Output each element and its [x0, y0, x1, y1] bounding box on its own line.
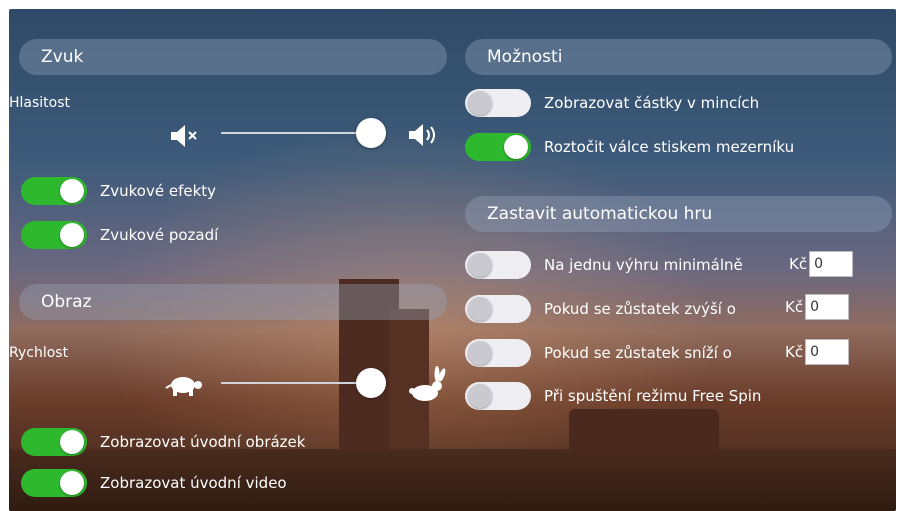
toggle-knob: [468, 384, 492, 408]
toggle-knob: [468, 297, 492, 321]
speed-slider-track[interactable]: [221, 382, 371, 384]
stop-on-freespin-toggle[interactable]: [465, 382, 531, 410]
toggle-knob: [60, 179, 84, 203]
toggle-knob: [468, 91, 492, 115]
sound-section-header: Zvuk: [19, 39, 447, 75]
intro-video-label: Zobrazovat úvodní video: [100, 474, 287, 492]
toggle-knob: [60, 223, 84, 247]
currency-label: Kč: [789, 255, 808, 273]
stop-on-freespin-label: Při spuštění režimu Free Spin: [544, 387, 762, 405]
settings-panel: Zvuk Hlasitost Zvukové efekty Zvukové po…: [9, 9, 896, 511]
stop-on-increase-toggle[interactable]: [465, 295, 531, 323]
image-section-header: Obraz: [19, 284, 447, 320]
stop-on-decrease-input[interactable]: [805, 339, 850, 365]
speed-label: Rychlost: [9, 345, 69, 361]
show-coins-label: Zobrazovat částky v mincích: [544, 94, 760, 112]
stop-on-increase-input[interactable]: [805, 294, 850, 320]
spacebar-spin-toggle[interactable]: [465, 133, 531, 161]
stop-on-win-toggle[interactable]: [465, 251, 531, 279]
toggle-knob: [468, 341, 492, 365]
toggle-knob: [468, 253, 492, 277]
background-sound-label: Zvukové pozadí: [100, 226, 219, 244]
stop-on-decrease-amount: Kč: [785, 339, 850, 365]
volume-slider-track[interactable]: [221, 132, 371, 134]
autoplay-section-header: Zastavit automatickou hru: [465, 196, 892, 232]
stop-on-decrease-toggle[interactable]: [465, 339, 531, 367]
stop-on-increase-label: Pokud se zůstatek zvýší o: [544, 300, 736, 318]
stop-on-win-input[interactable]: [809, 251, 854, 277]
currency-label: Kč: [785, 343, 804, 361]
stop-on-win-label: Na jednu výhru minimálně: [544, 256, 743, 274]
speaker-mute-icon[interactable]: [169, 123, 201, 149]
toggle-knob: [60, 471, 84, 495]
background-sound-toggle[interactable]: [21, 221, 87, 249]
stop-on-decrease-label: Pokud se zůstatek sníží o: [544, 344, 732, 362]
sound-effects-toggle[interactable]: [21, 177, 87, 205]
options-section-header: Možnosti: [465, 39, 892, 75]
toggle-knob: [504, 135, 528, 159]
turtle-icon[interactable]: [164, 371, 204, 399]
stop-on-win-amount: Kč: [789, 251, 854, 277]
intro-image-label: Zobrazovat úvodní obrázek: [100, 433, 306, 451]
speed-slider-knob[interactable]: [356, 368, 386, 398]
volume-slider-knob[interactable]: [356, 118, 386, 148]
currency-label: Kč: [785, 298, 804, 316]
sound-effects-label: Zvukové efekty: [100, 182, 217, 200]
intro-image-toggle[interactable]: [21, 428, 87, 456]
intro-video-toggle[interactable]: [21, 469, 87, 497]
speaker-loud-icon[interactable]: [407, 121, 443, 149]
stop-on-increase-amount: Kč: [785, 294, 850, 320]
volume-label: Hlasitost: [9, 95, 71, 111]
toggle-knob: [60, 430, 84, 454]
rabbit-icon[interactable]: [407, 365, 447, 405]
spacebar-spin-label: Roztočit válce stiskem mezerníku: [544, 138, 795, 156]
show-coins-toggle[interactable]: [465, 89, 531, 117]
